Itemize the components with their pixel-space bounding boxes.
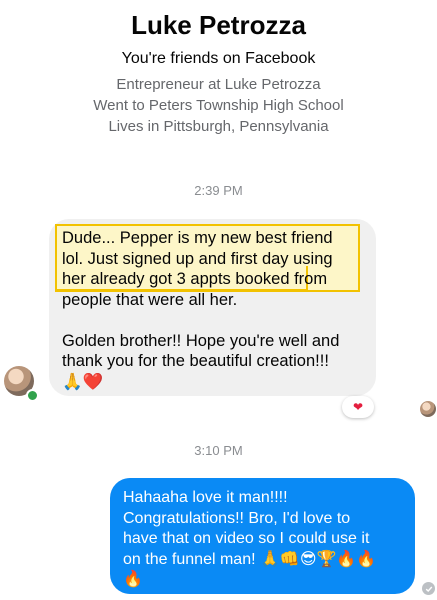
friends-status: You're friends on Facebook (121, 50, 316, 67)
message-text: from (289, 270, 328, 288)
message-line: lol. Just signed up and first day using (62, 249, 333, 268)
timestamp: 3:10 PM (194, 443, 243, 458)
highlighted-text: her already got 3 appts booked (62, 270, 290, 288)
heart-icon: ❤ (352, 400, 364, 414)
message-line: Dude... Pepper is my new best friend (62, 229, 333, 247)
message-line: Congratulations!! Bro, I'd love to (123, 509, 351, 527)
contact-name: Luke Petrozza (131, 10, 306, 40)
online-status-dot (26, 389, 39, 402)
delivered-check-icon (422, 582, 435, 595)
message-line: thank you for the beautiful creation!!! (62, 352, 329, 370)
message-line: people that were all her. (62, 290, 238, 309)
emoji-line: 🙏❤️ (62, 372, 104, 391)
message-line: on the funnel man! 🙏👊😎🏆🔥🔥 (123, 550, 377, 568)
emoji-line: 🔥 (123, 571, 143, 588)
incoming-message-text: Dude... Pepper is my new best friend lol… (62, 228, 370, 392)
incoming-message-bubble[interactable]: Dude... Pepper is my new best friend lol… (49, 219, 376, 396)
profile-info-work: Entrepreneur at Luke Petrozza (116, 76, 321, 93)
heart-reaction[interactable]: ❤ (342, 396, 374, 418)
outgoing-message-bubble[interactable]: Hahaaha love it man!!!! Congratulations!… (110, 478, 415, 594)
message-line: Hahaaha love it man!!!! (123, 489, 288, 506)
message-line: her already got 3 appts booked from (62, 269, 370, 290)
seen-avatar (420, 401, 436, 417)
timestamp: 2:39 PM (194, 183, 243, 198)
outgoing-message-text: Hahaaha love it man!!!! Congratulations!… (123, 488, 408, 591)
message-line: have that on video so I could use it (123, 530, 370, 547)
profile-info-school: Went to Peters Township High School (93, 97, 344, 114)
message-line: Golden brother!! Hope you're well and (62, 331, 340, 350)
profile-info-location: Lives in Pittsburgh, Pennsylvania (108, 118, 329, 135)
